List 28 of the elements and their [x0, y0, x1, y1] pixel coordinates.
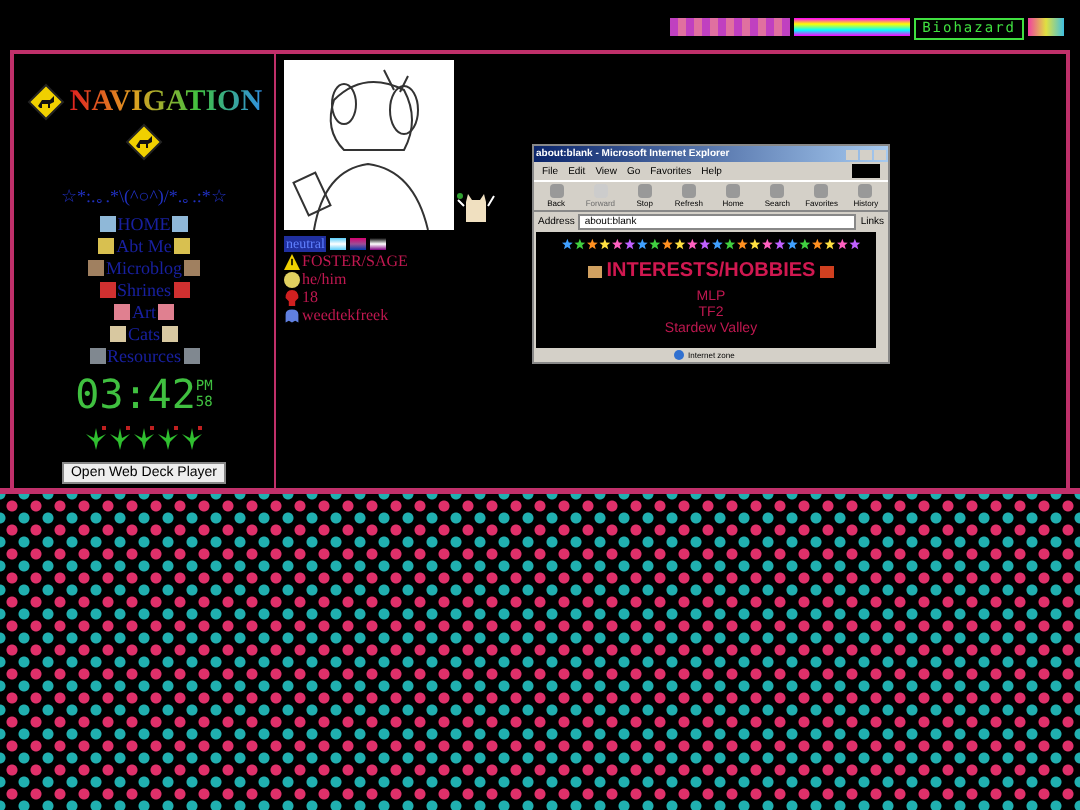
smiley-icon	[284, 271, 300, 287]
profile-fact: weedtekfreek	[302, 306, 389, 324]
decorative-divider: ☆*:.｡.*\(^○^)/*.｡.:*☆	[61, 186, 227, 206]
profile-fact: he/him	[302, 270, 347, 288]
pixel-icon	[158, 304, 174, 320]
profile-fact: FOSTER/SAGE	[302, 252, 408, 270]
site-badge[interactable]	[670, 18, 791, 36]
warning-icon	[284, 253, 300, 269]
pixel-icon	[588, 265, 603, 277]
section-heading: INTERESTS/HOBBIES	[606, 260, 816, 282]
pixel-icon	[173, 238, 190, 254]
skull-icon	[284, 289, 300, 305]
pixel-icon	[819, 265, 834, 277]
pixel-icon	[173, 282, 189, 298]
pixel-icon	[184, 260, 200, 276]
maximize-button[interactable]	[860, 149, 872, 159]
close-button[interactable]	[874, 149, 886, 159]
site-badge[interactable]	[1028, 18, 1064, 36]
profile-fact: 18	[302, 288, 318, 306]
site-badge[interactable]	[794, 18, 911, 36]
minimize-button[interactable]	[846, 149, 858, 159]
ghost-icon	[284, 307, 300, 323]
leaf-row-drawing	[84, 424, 204, 452]
clock-time: 03:42	[75, 370, 196, 418]
pixel-icon	[183, 348, 199, 364]
pixel-icon	[162, 326, 178, 342]
pixel-icon	[172, 216, 189, 232]
cat-icon	[456, 188, 496, 228]
